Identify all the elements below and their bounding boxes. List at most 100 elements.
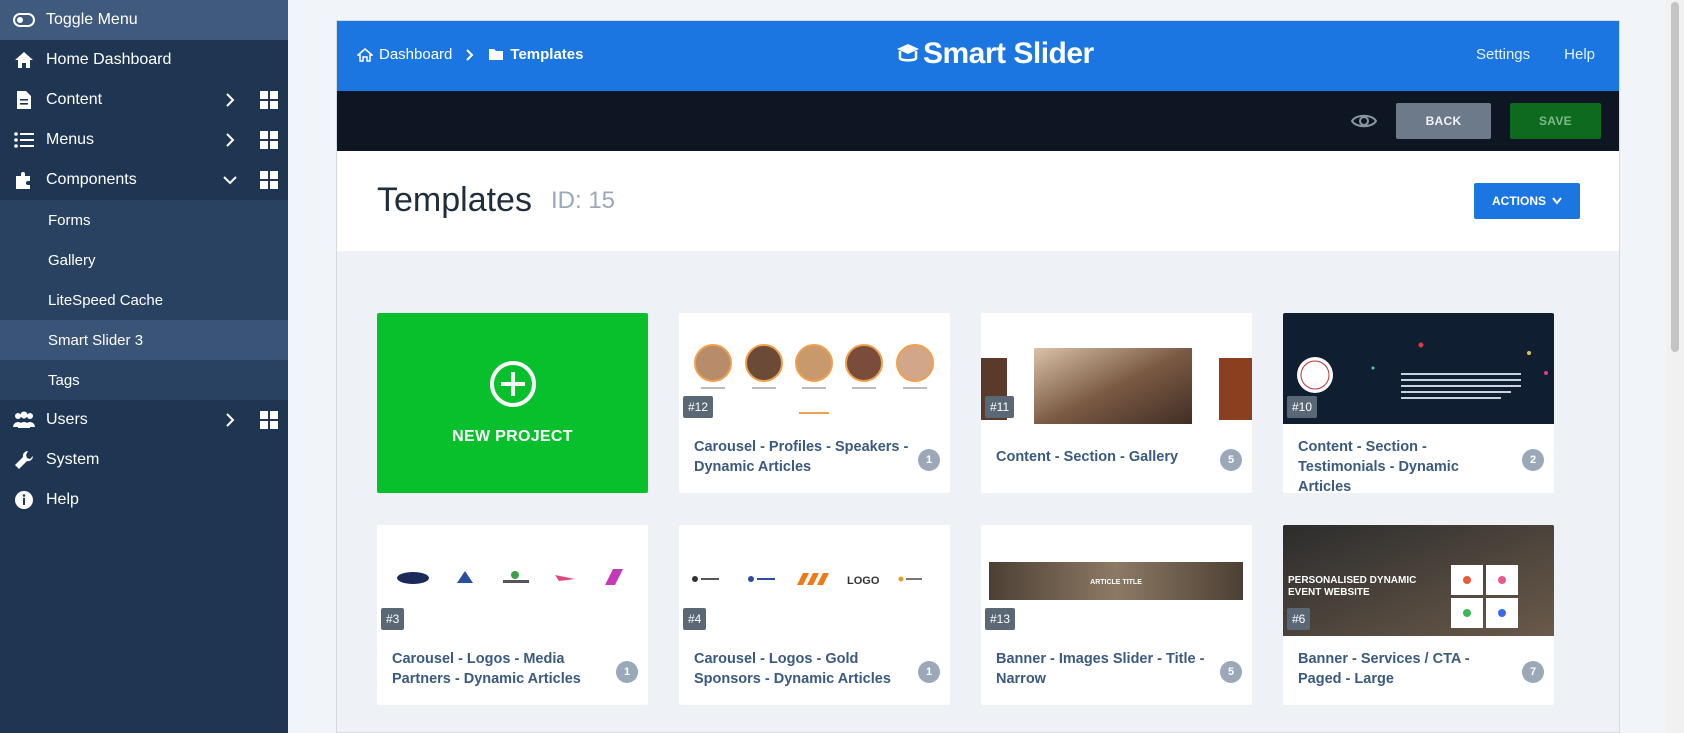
actions-button[interactable]: ACTIONS (1474, 183, 1580, 219)
template-thumbnail: PERSONALISED DYNAMIC EVENT WEBSITE #6 (1283, 525, 1554, 636)
users-icon (12, 410, 36, 430)
template-title[interactable]: Content - Section - Testimonials - Dynam… (1298, 437, 1513, 493)
sidebar-item-home-dashboard[interactable]: Home Dashboard (0, 40, 288, 80)
chevron-right-icon[interactable] (222, 132, 238, 148)
template-card[interactable]: #11 Content - Section - Gallery 5 (981, 313, 1252, 493)
media-logos-preview (397, 569, 623, 585)
crumb-templates-label: Templates (510, 46, 584, 63)
template-card[interactable]: #12 Carousel - Profiles - Speakers - Dyn… (679, 313, 950, 493)
slide-count-badge: 5 (1220, 661, 1242, 683)
slide-count-badge: 2 (1522, 449, 1544, 471)
template-card[interactable]: PERSONALISED DYNAMIC EVENT WEBSITE #6 Ba… (1283, 525, 1554, 705)
template-title[interactable]: Carousel - Profiles - Speakers - Dynamic… (694, 437, 909, 477)
sponsor-logo-text: LOGO (847, 575, 880, 587)
template-title[interactable]: Banner - Images Slider - Title - Narrow (996, 649, 1211, 689)
help-link[interactable]: Help (1564, 46, 1595, 63)
crumb-templates: Templates (488, 46, 583, 63)
sidebar-subitem-litespeed-cache[interactable]: LiteSpeed Cache (0, 280, 288, 320)
wrench-icon (12, 450, 36, 470)
actions-label: ACTIONS (1492, 194, 1546, 208)
template-id-badge: #13 (985, 608, 1016, 630)
new-project-card[interactable]: NEW PROJECT (377, 313, 648, 493)
event-heading-line-2: EVENT WEBSITE (1288, 587, 1370, 598)
page-scrollbar[interactable] (1666, 0, 1684, 733)
back-button[interactable]: BACK (1396, 103, 1491, 139)
crumb-dashboard[interactable]: Dashboard (357, 46, 452, 63)
template-title[interactable]: Carousel - Logos - Media Partners - Dyna… (392, 649, 607, 689)
chevron-right-icon[interactable] (222, 412, 238, 428)
template-id-badge: #6 (1287, 608, 1311, 630)
images-slider-preview: ARTICLE TITLE (989, 562, 1243, 600)
event-heading-line-1: PERSONALISED DYNAMIC (1288, 575, 1416, 586)
grid-icon[interactable] (260, 131, 278, 149)
sidebar-item-components[interactable]: Components (0, 160, 288, 200)
file-icon (12, 90, 36, 110)
template-id-badge: #10 (1287, 396, 1318, 418)
grid-icon[interactable] (260, 91, 278, 109)
banner-article-title: ARTICLE TITLE (1090, 579, 1142, 586)
template-title[interactable]: Content - Section - Gallery (996, 447, 1211, 467)
new-project-label: NEW PROJECT (452, 428, 573, 445)
chevron-down-icon[interactable] (222, 172, 238, 188)
top-links: Settings Help (1476, 46, 1595, 63)
smart-slider-logo: Smart Slider (895, 37, 1094, 71)
scrollbar-thumb[interactable] (1671, 2, 1679, 352)
slide-count-badge: 7 (1522, 661, 1544, 683)
folder-icon (489, 49, 504, 60)
top-bar: Dashboard Templates Smart Slider Setting… (337, 21, 1619, 91)
template-title[interactable]: Banner - Services / CTA - Paged - Large (1298, 649, 1513, 689)
sidebar-item-users[interactable]: Users (0, 400, 288, 440)
sponsor-logos-preview: LOGO (692, 573, 922, 587)
template-thumbnail: #10 (1283, 313, 1554, 424)
sidebar-item-system[interactable]: System (0, 440, 288, 480)
grid-icon[interactable] (260, 171, 278, 189)
settings-link[interactable]: Settings (1476, 46, 1530, 63)
save-button[interactable]: SAVE (1510, 103, 1601, 139)
home-icon (357, 47, 373, 62)
sidebar-subitem-gallery[interactable]: Gallery (0, 240, 288, 280)
page-header: Templates ID: 15 ACTIONS (337, 151, 1619, 251)
template-card[interactable]: #10 Content - Section - Testimonials - D… (1283, 313, 1554, 493)
sidebar-subitem-forms[interactable]: Forms (0, 200, 288, 240)
template-thumbnail: #11 (981, 313, 1252, 424)
sidebar: Toggle Menu Home Dashboard Content Menus… (0, 0, 288, 733)
sidebar-subitem-smart-slider-3[interactable]: Smart Slider 3 (0, 320, 288, 360)
grid-icon[interactable] (260, 411, 278, 429)
testimonials-preview (1297, 342, 1548, 399)
template-card[interactable]: #3 Carousel - Logos - Media Partners - D… (377, 525, 648, 705)
template-id-badge: #3 (381, 608, 405, 630)
toggle-menu-button[interactable]: Toggle Menu (0, 0, 288, 40)
sidebar-item-label: System (46, 451, 100, 468)
template-card[interactable]: LOGO #4 Carousel - Logos - Gold Sponsors… (679, 525, 950, 705)
main-panel: Dashboard Templates Smart Slider Setting… (336, 20, 1620, 733)
sidebar-subitem-tags[interactable]: Tags (0, 360, 288, 400)
sidebar-item-label: Tags (48, 371, 80, 389)
sidebar-item-label: Home Dashboard (46, 51, 172, 68)
breadcrumb: Dashboard Templates (357, 46, 583, 63)
plus-circle-icon (489, 361, 536, 407)
action-toolbar: BACK SAVE (337, 91, 1619, 151)
sidebar-item-label: LiteSpeed Cache (48, 291, 164, 309)
sidebar-item-label: Users (46, 411, 88, 428)
template-thumbnail: LOGO #4 (679, 525, 950, 636)
sidebar-item-menus[interactable]: Menus (0, 120, 288, 160)
sidebar-item-content[interactable]: Content (0, 80, 288, 120)
chevron-right-icon[interactable] (222, 92, 238, 108)
home-icon (12, 50, 36, 70)
eye-icon[interactable] (1351, 109, 1377, 133)
crumb-dashboard-label: Dashboard (379, 46, 453, 63)
sidebar-item-label: Help (46, 491, 79, 508)
sidebar-item-label: Smart Slider 3 (48, 331, 144, 349)
template-card[interactable]: ARTICLE TITLE #13 Banner - Images Slider… (981, 525, 1252, 705)
sidebar-item-label: Components (46, 171, 137, 188)
components-submenu: Forms Gallery LiteSpeed Cache Smart Slid… (0, 200, 288, 400)
template-thumbnail: #3 (377, 525, 648, 636)
logo-text: Smart Slider (923, 37, 1094, 70)
sidebar-item-help[interactable]: Help (0, 480, 288, 520)
info-icon (12, 490, 36, 510)
template-id-badge: #12 (683, 396, 714, 418)
template-title[interactable]: Carousel - Logos - Gold Sponsors - Dynam… (694, 649, 909, 689)
graduation-cap-icon (897, 44, 919, 62)
slide-count-badge: 5 (1220, 449, 1242, 471)
template-id-badge: #11 (985, 396, 1015, 418)
